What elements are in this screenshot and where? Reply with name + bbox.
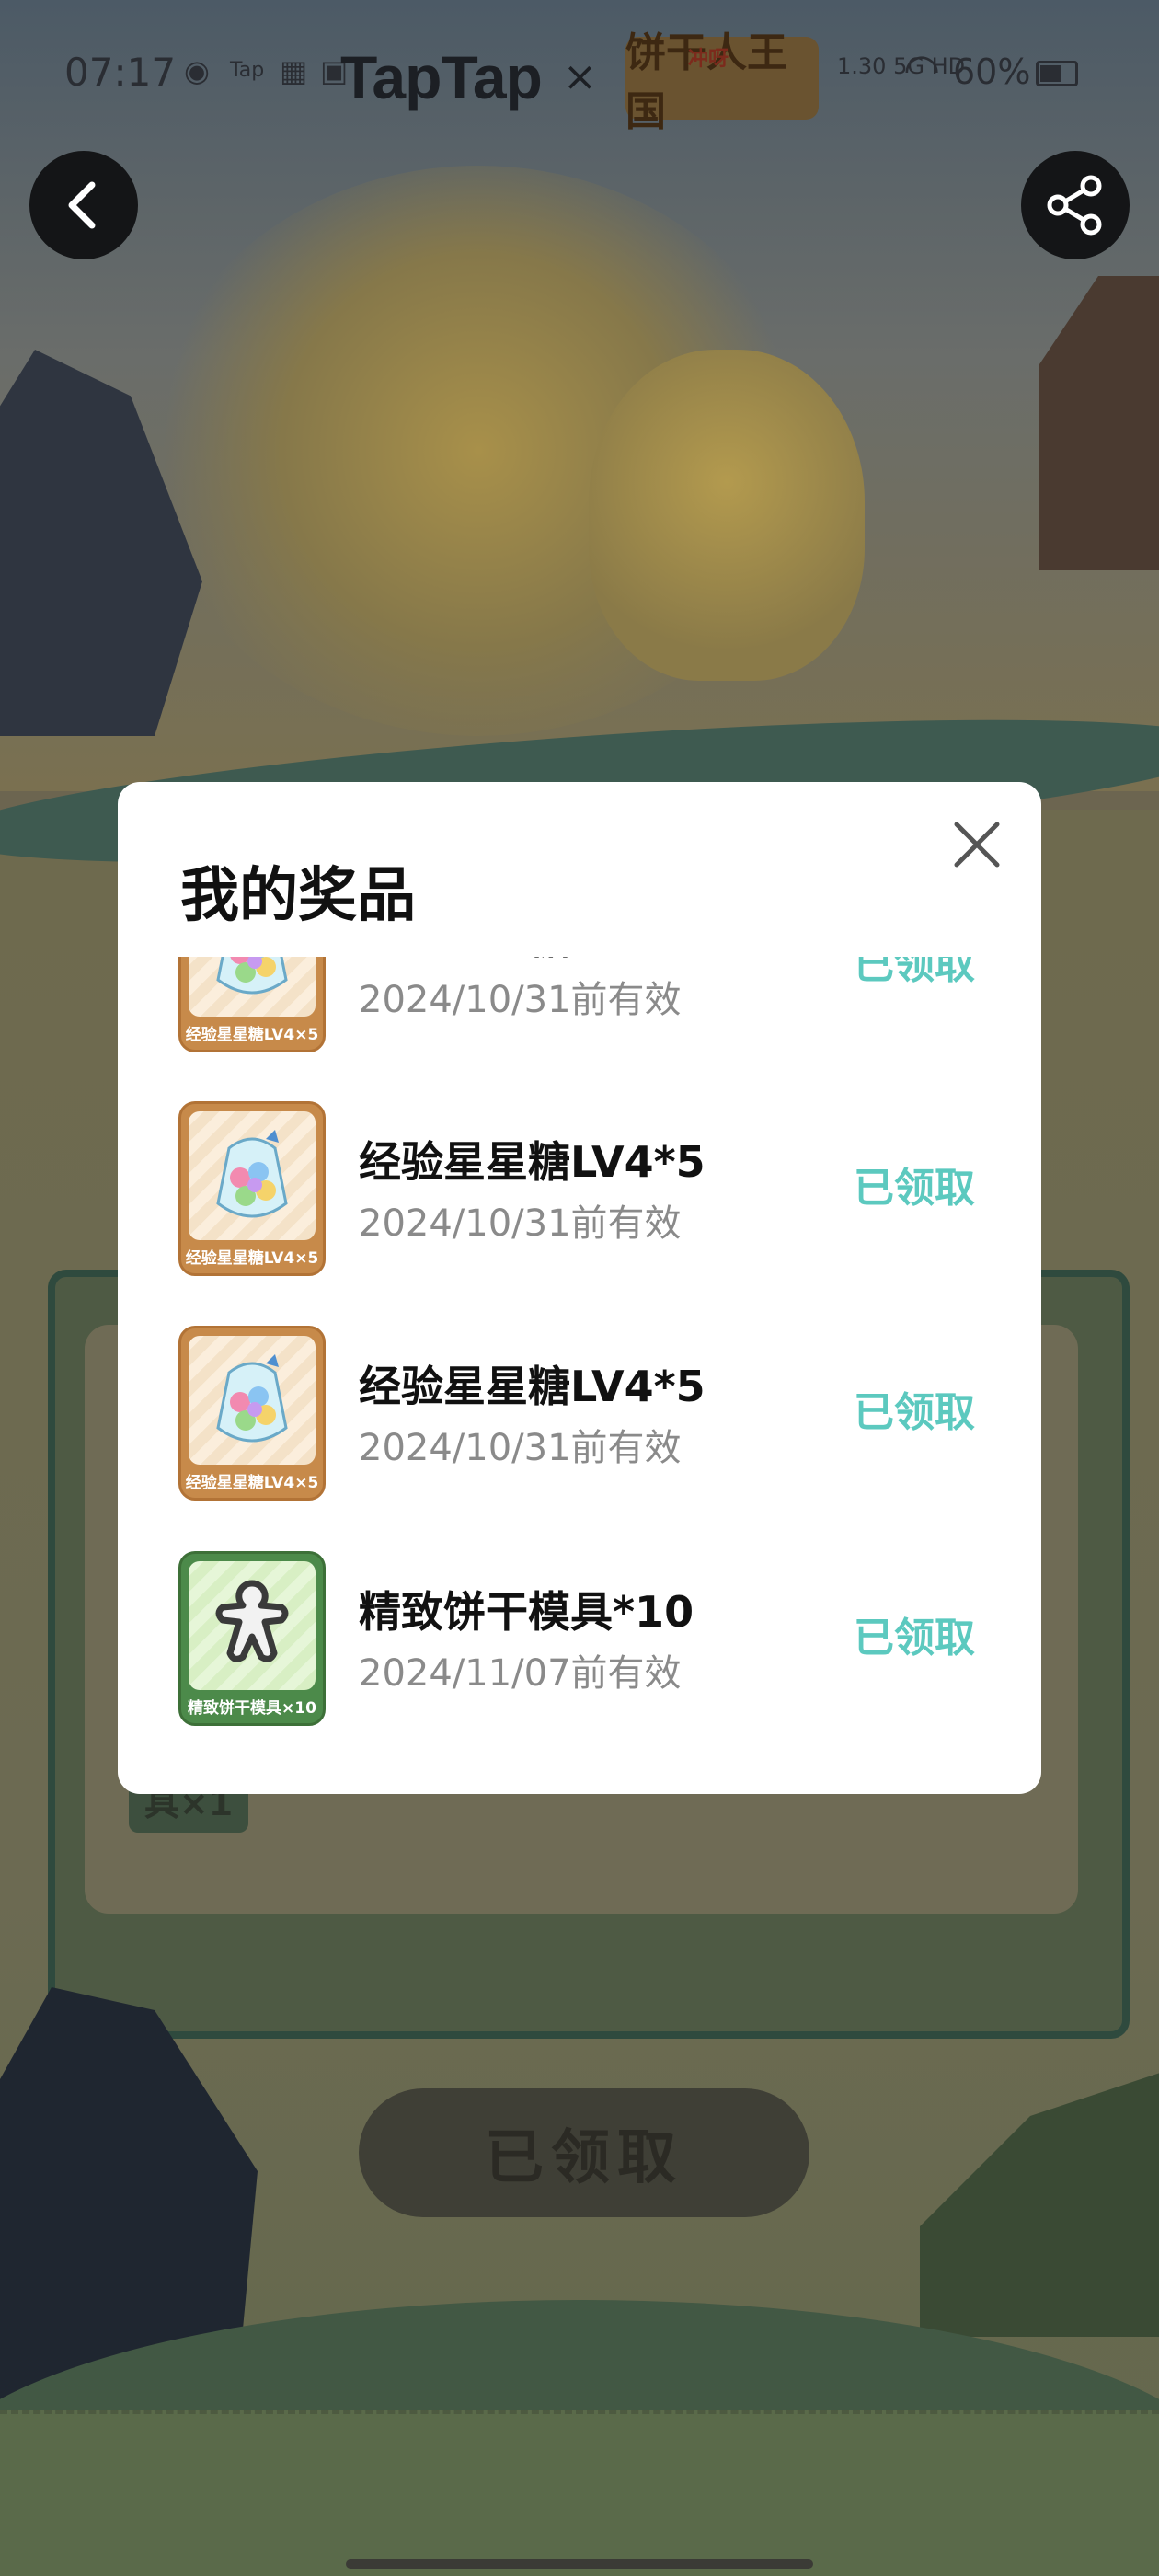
wechat-icon: ◉ [184,53,210,88]
list-item: 经验星星糖LV4×5 经验星星糖LV4*5 2024/10/31前有效 已领取 [118,957,1041,1058]
home-indicator[interactable] [346,2559,813,2569]
item-name: 精致饼干模具*10 [359,1587,694,1637]
candy-thumbnail: 经验星星糖LV4×5 [178,1326,326,1501]
item-name: 经验星星糖LV4*5 [359,1362,706,1411]
chevron-left-icon [68,181,96,229]
modal-title: 我的奖品 [180,862,416,930]
item-status: 已领取 [854,1165,975,1212]
list-item: 经验星星糖LV4×5 经验星星糖LV4*5 2024/10/31前有效 已领取 [118,1101,1041,1282]
item-date: 2024/10/31前有效 [359,1202,682,1245]
item-date: 2024/10/31前有效 [359,1427,682,1469]
share-button[interactable] [1021,151,1130,259]
item-status: 已领取 [854,1615,975,1662]
app-icon: ▦ [280,53,308,88]
list-item: 精致饼干模具×10 精致饼干模具*10 2024/11/07前有效 已领取 [118,1551,1041,1731]
mold-thumbnail: 精致饼干模具×10 [178,1551,326,1726]
candy-bag-icon [216,1130,288,1218]
status-time: 07:17 [64,50,177,95]
share-icon [1047,175,1102,236]
close-mark: × [563,53,597,100]
candy-bag-icon [216,1354,288,1443]
item-date: 2024/10/31前有效 [359,979,682,1021]
thumbnail-caption: 经验星星糖LV4×5 [185,1249,319,1268]
game-logo-text: 饼干人王国 [625,29,787,135]
status-bar: 07:17 ◉ Tap ▦ ▣ TapTap × 冲呀 饼干人王国 1.30 5… [0,29,1159,135]
prizes-modal: 我的奖品 经验星星糖LV4×5 经验星星糖LV4*5 2024/10/31前有效 [118,782,1041,1794]
item-date: 2024/11/07前有效 [359,1652,682,1695]
cookie-mold-icon [215,1580,289,1662]
item-status: 已领取 [854,1389,975,1436]
thumbnail-caption: 经验星星糖LV4×5 [185,1474,319,1492]
game-logo-sub: 冲呀 [688,48,729,71]
item-name: 经验星星糖LV4*5 [359,1137,706,1187]
battery-icon [1036,61,1078,86]
thumbnail-caption: 经验星星糖LV4×5 [185,1026,319,1044]
prize-list[interactable]: 经验星星糖LV4×5 经验星星糖LV4*5 2024/10/31前有效 已领取 … [118,957,1041,1748]
game-logo: 冲呀 饼干人王国 [625,29,819,135]
item-name: 经验星星糖LV4*5 [359,957,706,966]
background-claim-button: 已领取 [359,2088,809,2217]
app-name: TapTap [340,43,543,111]
thumbnail-caption: 精致饼干模具×10 [188,1699,316,1718]
close-icon [954,822,1000,868]
item-status: 已领取 [854,957,975,988]
close-button[interactable] [949,817,1004,872]
list-item: 经验星星糖LV4×5 经验星星糖LV4*5 2024/10/31前有效 已领取 [118,1326,1041,1506]
background-ground-strip [0,2410,1159,2576]
taptap-small-icon: Tap [230,59,265,82]
candy-thumbnail: 经验星星糖LV4×5 [178,957,326,1052]
candy-thumbnail: 经验星星糖LV4×5 [178,1101,326,1276]
network-indicator: 1.30 5G HD [837,53,966,79]
background-character [589,350,865,681]
wifi-icon: ◠ [903,44,941,94]
battery-text: 60% [953,52,1031,92]
back-button[interactable] [29,151,138,259]
candy-bag-icon [216,957,288,995]
